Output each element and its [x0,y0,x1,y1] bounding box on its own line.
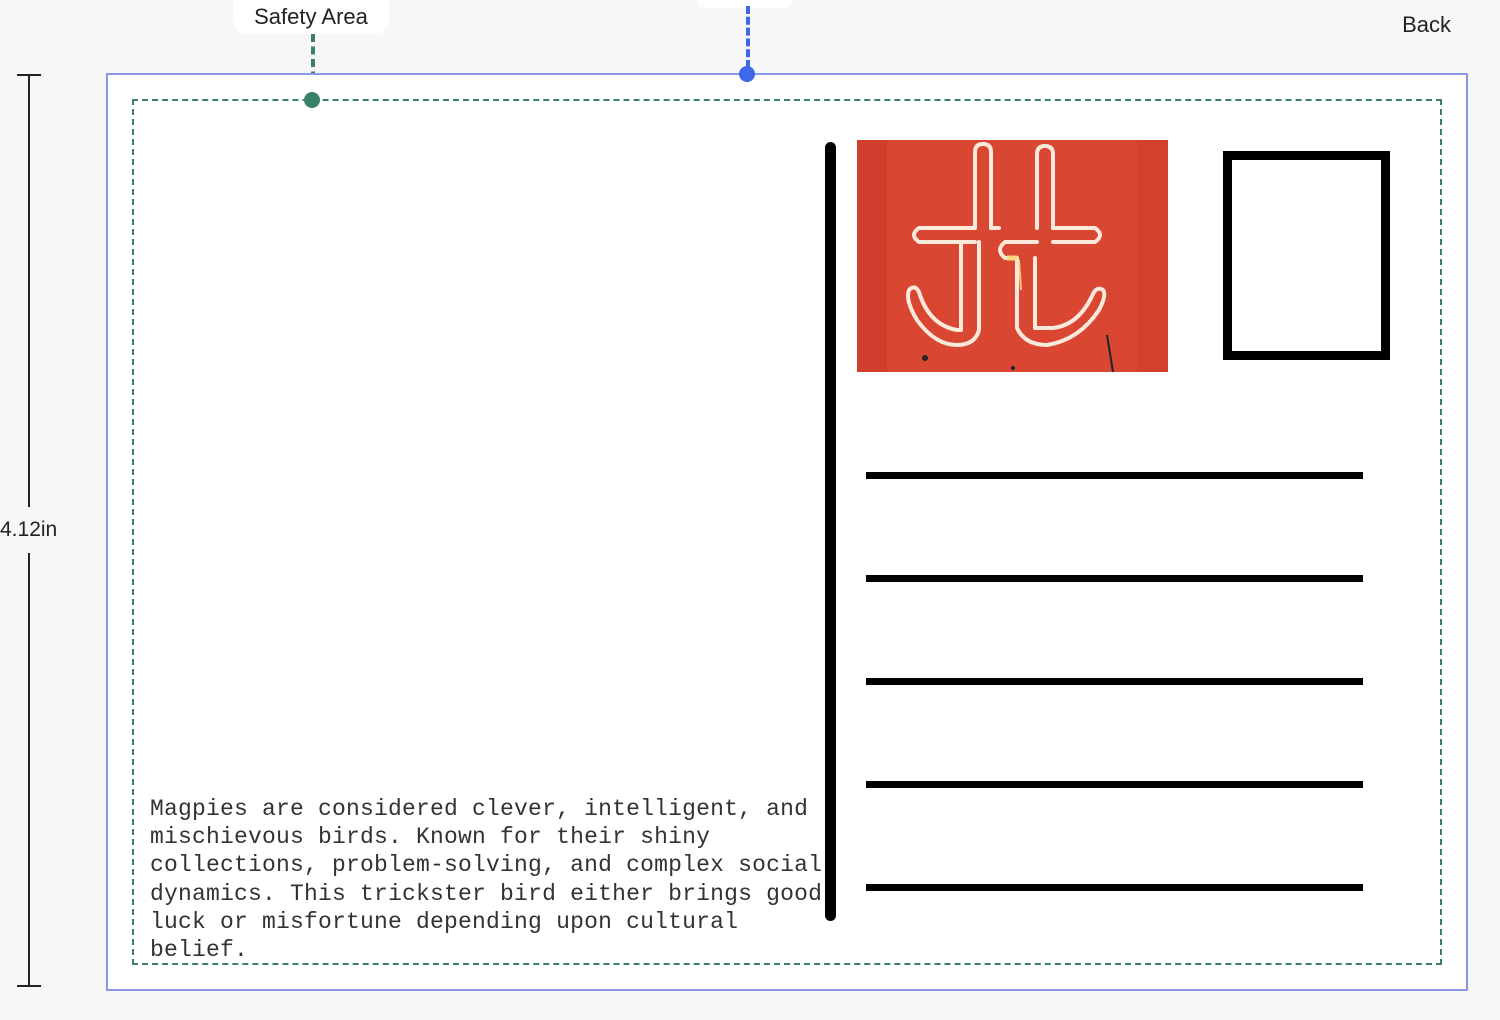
ruler-line-bottom [28,553,30,986]
neon-sign-photo[interactable] [857,140,1168,372]
bleed-area-pill [697,0,793,8]
safety-guide-handle[interactable] [304,92,320,108]
address-line-5[interactable] [866,884,1363,891]
safety-area-label: Safety Area [254,4,368,29]
safety-area-pill: Safety Area [233,0,389,34]
bleed-guide-connector [746,6,750,68]
address-line-4[interactable] [866,781,1363,788]
height-dimension-label: 4.12in [0,518,58,541]
stamp-box[interactable] [1223,151,1390,360]
postcard-divider-line[interactable] [825,142,836,921]
address-line-2[interactable] [866,575,1363,582]
bleed-guide-handle[interactable] [739,66,755,82]
address-line-3[interactable] [866,678,1363,685]
ruler-bottom-cap [17,985,41,987]
postcard-message-text[interactable]: Magpies are considered clever, intellige… [150,795,830,964]
neon-sign-image [857,140,1168,372]
postcard-editor: Back Safety Area 4.12in Magpies are cons… [0,0,1500,1020]
card-side-label[interactable]: Back [1402,12,1451,38]
ruler-line-top [28,74,30,507]
address-line-1[interactable] [866,472,1363,479]
